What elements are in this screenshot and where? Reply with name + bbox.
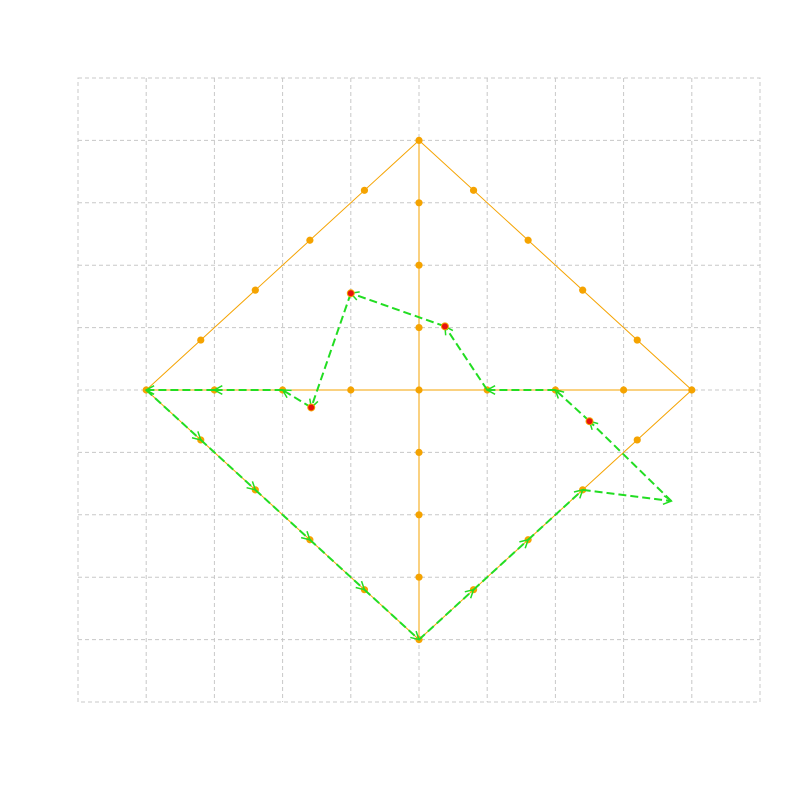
highlight-point xyxy=(346,289,355,298)
path-segment xyxy=(582,488,672,503)
path-segment xyxy=(282,389,312,409)
node-marker xyxy=(415,511,423,519)
node-marker xyxy=(579,286,587,294)
node-marker xyxy=(197,336,205,344)
node-marker xyxy=(306,236,314,244)
node-marker xyxy=(469,186,478,194)
node-marker xyxy=(415,261,423,269)
path-segment xyxy=(554,389,591,422)
node-marker xyxy=(415,448,423,456)
node-marker xyxy=(415,324,423,332)
node-marker xyxy=(633,436,641,444)
green-path xyxy=(144,291,673,641)
node-marker xyxy=(688,386,696,394)
path-segment xyxy=(350,292,446,328)
plot-canvas xyxy=(77,77,761,703)
node-marker xyxy=(415,386,423,394)
node-marker xyxy=(360,186,369,194)
node-marker xyxy=(415,136,423,144)
node-marker xyxy=(620,386,628,394)
node-marker xyxy=(251,286,259,294)
highlight-point xyxy=(307,403,316,412)
node-marker xyxy=(347,386,355,394)
node-marker xyxy=(415,199,423,207)
path-segment xyxy=(588,420,673,502)
node-marker xyxy=(633,336,641,344)
node-marker xyxy=(524,236,532,244)
highlight-point xyxy=(440,322,449,331)
path-segment xyxy=(444,325,489,391)
node-marker xyxy=(415,573,423,581)
highlight-point xyxy=(585,417,594,426)
